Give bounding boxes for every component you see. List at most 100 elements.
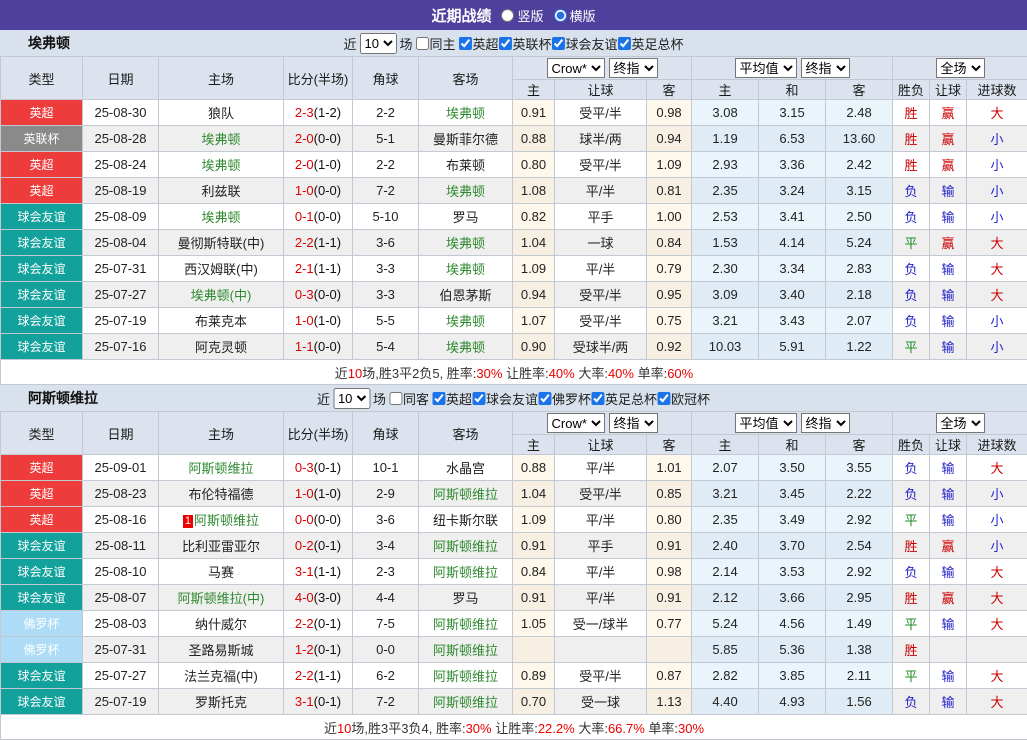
- home-team-link[interactable]: 埃弗顿: [201, 132, 240, 147]
- home-team-link[interactable]: 阿斯顿维拉: [188, 461, 253, 476]
- competition-checkbox[interactable]: 球会友谊: [472, 389, 538, 408]
- layout-radio-horizontal[interactable]: 横版: [554, 6, 596, 25]
- col-date: 日期: [83, 57, 159, 100]
- home-team-link[interactable]: 罗斯托克: [195, 695, 247, 710]
- away-team-link[interactable]: 阿斯顿维拉: [433, 539, 498, 554]
- vertical-radio-input[interactable]: [501, 9, 514, 22]
- competition-badge: 球会友谊: [1, 559, 83, 585]
- away-team-link[interactable]: 阿斯顿维拉: [433, 565, 498, 580]
- score-cell: 2-2(1-1): [284, 663, 353, 689]
- home-team-link[interactable]: 狼队: [208, 106, 234, 121]
- handicap-line: 受平/半: [555, 481, 647, 507]
- home-team-link[interactable]: 西汉姆联(中): [184, 262, 258, 277]
- horizontal-radio-input[interactable]: [554, 9, 567, 22]
- away-team-link[interactable]: 纽卡斯尔联: [433, 513, 498, 528]
- result-goals: 小: [967, 481, 1027, 507]
- handicap-line: 平手: [555, 533, 647, 559]
- handicap-line: 受平/半: [555, 152, 647, 178]
- away-team-link[interactable]: 埃弗顿: [446, 236, 485, 251]
- home-team-link[interactable]: 埃弗顿(中): [191, 288, 252, 303]
- fulltime-score: 1-0: [295, 183, 314, 198]
- away-team-link[interactable]: 埃弗顿: [446, 314, 485, 329]
- competition-checkbox[interactable]: 英联杯: [499, 34, 552, 53]
- recent-count-select[interactable]: 10: [333, 388, 370, 409]
- away-team-link[interactable]: 罗马: [452, 591, 478, 606]
- result-wdl: 负: [893, 282, 930, 308]
- avg-stage-select[interactable]: 终指: [801, 413, 850, 433]
- away-team-link[interactable]: 布莱顿: [446, 158, 485, 173]
- home-team-link[interactable]: 阿斯顿维拉: [194, 513, 259, 528]
- avg-source-select[interactable]: 平均值: [735, 58, 797, 78]
- odds-stage-select[interactable]: 终指: [609, 58, 658, 78]
- away-team-link[interactable]: 埃弗顿: [446, 106, 485, 121]
- competition-checkbox[interactable]: 球会友谊: [552, 34, 618, 53]
- summary-text: 场,胜3平3负4, 胜率:: [351, 721, 465, 736]
- away-team-link[interactable]: 埃弗顿: [446, 340, 485, 355]
- away-team-link[interactable]: 罗马: [452, 210, 478, 225]
- competition-checkbox[interactable]: 英超: [458, 34, 498, 53]
- avg-home-odds: 2.30: [692, 256, 759, 282]
- home-team-link[interactable]: 阿克灵顿: [195, 340, 247, 355]
- away-team-link[interactable]: 埃弗顿: [446, 184, 485, 199]
- avg-home-odds: 5.24: [692, 611, 759, 637]
- away-team-link[interactable]: 阿斯顿维拉: [433, 617, 498, 632]
- away-team-link[interactable]: 埃弗顿: [446, 262, 485, 277]
- match-date: 25-09-01: [83, 455, 159, 481]
- competition-checkbox[interactable]: 欧冠杯: [657, 389, 710, 408]
- away-team-link[interactable]: 阿斯顿维拉: [433, 487, 498, 502]
- competition-badge: 英超: [1, 507, 83, 533]
- home-team-link[interactable]: 利兹联: [201, 184, 240, 199]
- home-team-link[interactable]: 曼彻斯特联(中): [178, 236, 265, 251]
- result-goals: 大: [967, 663, 1027, 689]
- result-goals: 大: [967, 689, 1027, 715]
- home-team-link[interactable]: 比利亚雷亚尔: [182, 539, 260, 554]
- home-team-link[interactable]: 布伦特福德: [188, 487, 253, 502]
- avg-home-odds: 1.53: [692, 230, 759, 256]
- avg-stage-select[interactable]: 终指: [801, 58, 850, 78]
- layout-radio-vertical[interactable]: 竖版: [501, 6, 543, 25]
- away-team-link[interactable]: 曼斯菲尔德: [433, 132, 498, 147]
- away-team-link[interactable]: 阿斯顿维拉: [433, 695, 498, 710]
- away-odds: 0.87: [647, 663, 692, 689]
- avg-away-odds: 2.95: [826, 585, 893, 611]
- competition-checkbox[interactable]: 英超: [432, 389, 472, 408]
- recent-count-select[interactable]: 10: [359, 33, 396, 54]
- odds-company-select[interactable]: Crow*: [547, 413, 605, 433]
- competition-checkbox[interactable]: 英足总杯: [591, 389, 657, 408]
- same-checkbox[interactable]: 同客: [389, 389, 429, 408]
- competition-checkbox[interactable]: 英足总杯: [618, 34, 684, 53]
- section-filter-row: 阿斯顿维拉 近 10 场 同客 英超球会友谊佛罗杯英足总杯欧冠杯: [0, 385, 1027, 411]
- home-team-link[interactable]: 阿斯顿维拉(中): [178, 591, 265, 606]
- home-team-link[interactable]: 埃弗顿: [201, 210, 240, 225]
- summary-text: 单率:: [634, 366, 667, 381]
- home-team-link[interactable]: 埃弗顿: [201, 158, 240, 173]
- away-team-link[interactable]: 水晶宫: [446, 461, 485, 476]
- scope-select[interactable]: 全场: [936, 413, 985, 433]
- sub-col-avg-away: 客: [826, 80, 893, 100]
- avg-source-select[interactable]: 平均值: [735, 413, 797, 433]
- handicap-line: 受平/半: [555, 308, 647, 334]
- col-score: 比分(半场): [284, 412, 353, 455]
- home-team-link[interactable]: 布莱克本: [195, 314, 247, 329]
- odds-stage-select[interactable]: 终指: [609, 413, 658, 433]
- summary-text: 近: [324, 721, 337, 736]
- scope-select[interactable]: 全场: [936, 58, 985, 78]
- home-odds: 1.09: [513, 507, 555, 533]
- home-team-link[interactable]: 法兰克福(中): [184, 669, 258, 684]
- odds-company-select[interactable]: Crow*: [547, 58, 605, 78]
- avg-draw-odds: 4.14: [759, 230, 826, 256]
- away-team-link[interactable]: 阿斯顿维拉: [433, 643, 498, 658]
- home-team-link[interactable]: 马赛: [208, 565, 234, 580]
- home-team-link[interactable]: 圣路易斯城: [188, 643, 253, 658]
- competition-checkbox[interactable]: 佛罗杯: [538, 389, 591, 408]
- result-goals: [967, 637, 1027, 663]
- col-type: 类型: [1, 412, 83, 455]
- away-team-link[interactable]: 伯恩茅斯: [439, 288, 491, 303]
- same-checkbox[interactable]: 同主: [415, 34, 455, 53]
- match-date: 25-07-19: [83, 308, 159, 334]
- summary-text: 30%: [476, 366, 502, 381]
- col-away: 客场: [419, 412, 513, 455]
- fulltime-score: 4-0: [295, 590, 314, 605]
- home-team-link[interactable]: 纳什威尔: [195, 617, 247, 632]
- away-team-link[interactable]: 阿斯顿维拉: [433, 669, 498, 684]
